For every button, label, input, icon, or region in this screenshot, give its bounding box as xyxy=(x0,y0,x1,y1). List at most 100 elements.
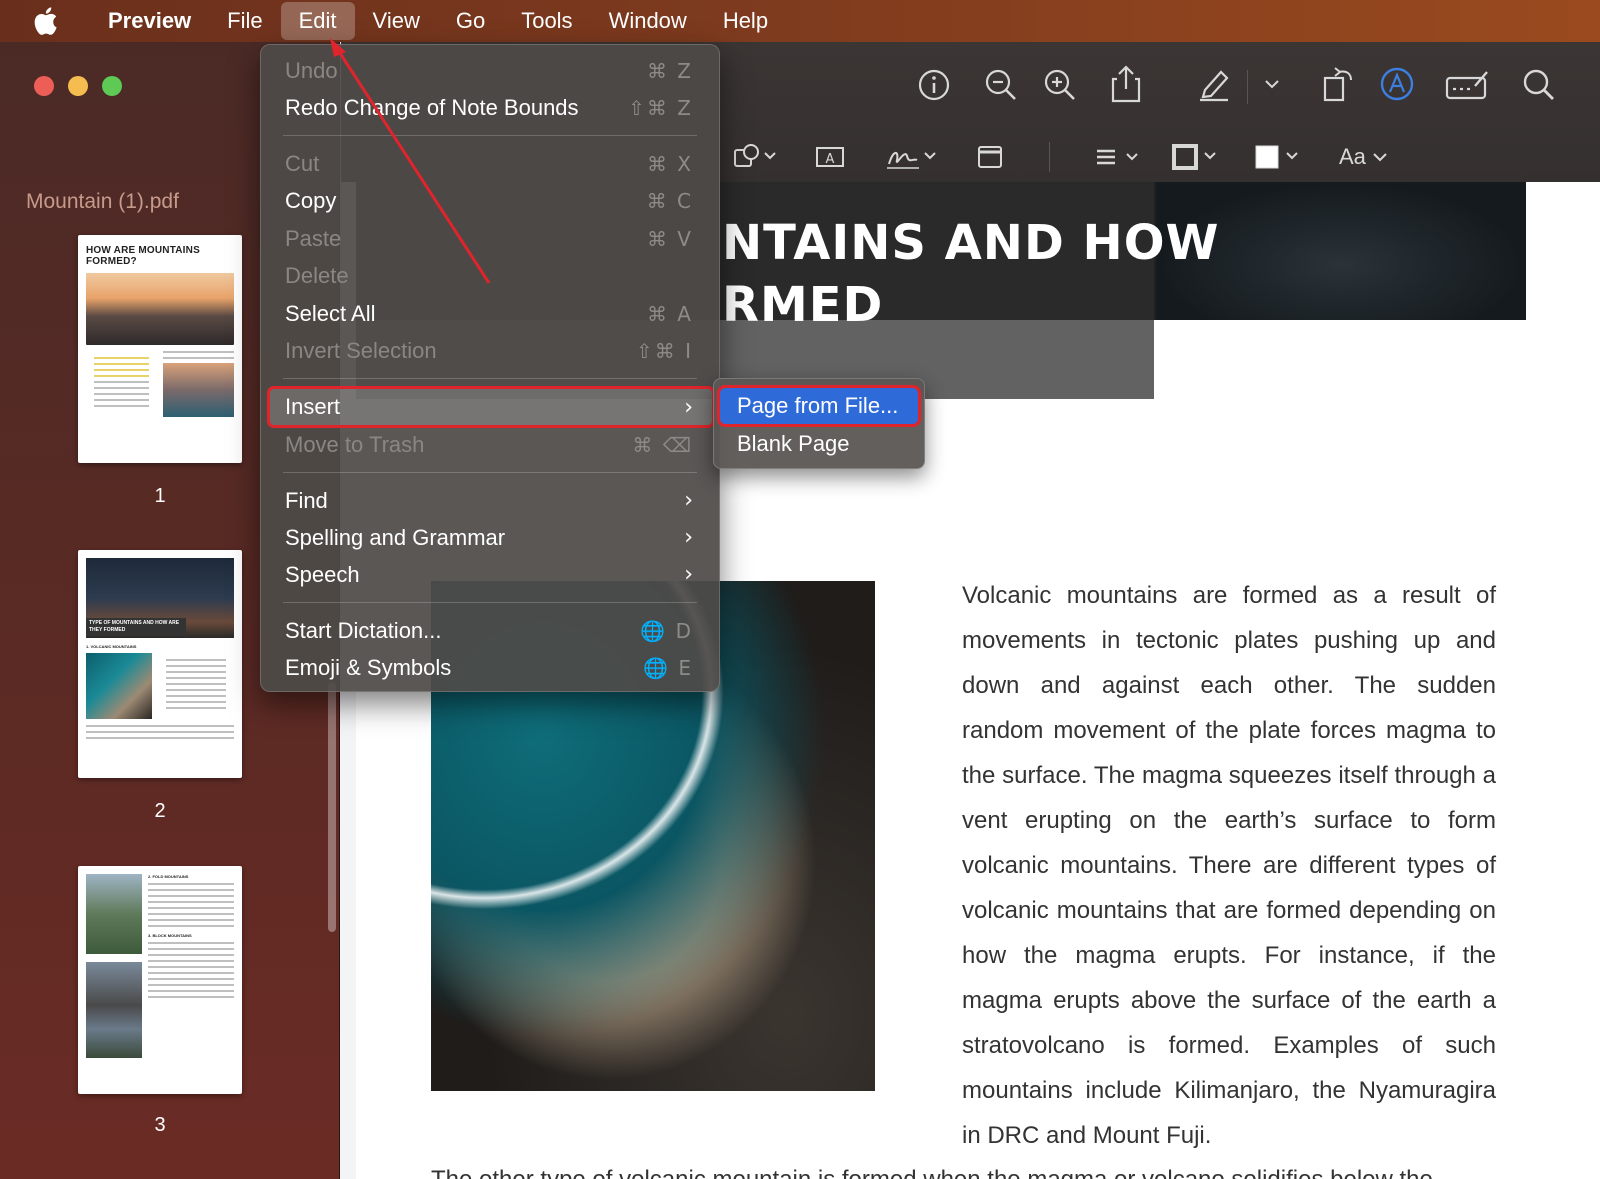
thumbnail-body xyxy=(86,351,234,417)
form-fill-icon[interactable] xyxy=(1445,68,1489,102)
page-thumbnail-3[interactable]: 2. FOLD MOUNTAINS 3. BLOCK MOUNTAINS xyxy=(78,866,242,1094)
share-icon[interactable] xyxy=(1111,64,1141,104)
search-icon[interactable] xyxy=(1522,68,1556,102)
info-icon[interactable] xyxy=(917,68,951,102)
menu-item-label: Speech xyxy=(285,561,360,587)
thumbnail-title: HOW ARE MOUNTAINS FORMED? xyxy=(86,245,200,267)
toolbar-separator xyxy=(1049,142,1050,172)
apple-logo-icon[interactable] xyxy=(30,4,64,38)
page-number-2: 2 xyxy=(154,800,166,822)
toolbar-separator xyxy=(1247,70,1248,104)
chevron-down-icon xyxy=(1373,153,1387,162)
menu-bar: Preview File Edit View Go Tools Window H… xyxy=(0,0,1600,42)
minimize-button[interactable] xyxy=(68,76,88,96)
menu-item-delete[interactable]: Delete xyxy=(269,257,713,294)
menu-item-spelling-grammar[interactable]: Spelling and Grammar › xyxy=(269,519,713,556)
menu-item-label: Spelling and Grammar xyxy=(285,524,506,550)
zoom-button[interactable] xyxy=(102,76,122,96)
menu-item-select-all[interactable]: Select All ⌘ A xyxy=(269,295,713,332)
menu-item-label: Delete xyxy=(285,262,349,288)
menu-item-label: Copy xyxy=(285,187,337,213)
thumbnail-image xyxy=(86,874,142,954)
menu-item-move-to-trash[interactable]: Move to Trash ⌘ ⌫ xyxy=(269,426,713,463)
text-box-icon[interactable]: A xyxy=(815,144,845,170)
menu-separator xyxy=(283,378,697,379)
menu-item-label: Insert xyxy=(285,394,341,419)
signature-icon[interactable] xyxy=(885,142,941,172)
menu-file[interactable]: File xyxy=(209,0,280,42)
markup-icon[interactable] xyxy=(1379,66,1415,102)
chevron-down-icon[interactable] xyxy=(1264,78,1280,90)
menu-separator xyxy=(283,602,697,603)
window-controls xyxy=(34,76,122,96)
hero-title-line-2: RMED xyxy=(722,277,884,333)
menu-item-label: Start Dictation... xyxy=(285,617,442,643)
zoom-out-icon[interactable] xyxy=(984,68,1018,102)
menu-item-label: Cut xyxy=(285,150,320,176)
menu-go[interactable]: Go xyxy=(438,0,503,42)
menu-item-cut[interactable]: Cut ⌘ X xyxy=(269,145,713,182)
border-color-icon[interactable] xyxy=(1171,142,1223,172)
thumbnail-image: TYPE OF MOUNTAINS AND HOW ARE THEY FORME… xyxy=(86,558,234,638)
submenu-item-blank-page[interactable]: Blank Page xyxy=(720,426,918,462)
menu-item-redo[interactable]: Redo Change of Note Bounds ⇧⌘ Z xyxy=(269,89,713,126)
zoom-in-icon[interactable] xyxy=(1043,68,1077,102)
menu-item-label: Paste xyxy=(285,225,342,251)
menu-item-copy[interactable]: Copy ⌘ C xyxy=(269,182,713,219)
menu-item-shortcut: ⌘ ⌫ xyxy=(632,432,693,457)
body-paragraph: Volcanic mountains are formed as a resul… xyxy=(962,582,1496,1149)
note-icon[interactable] xyxy=(977,144,1003,170)
menu-item-label: Find xyxy=(285,487,328,513)
menu-item-emoji-symbols[interactable]: Emoji & Symbols 🌐 E xyxy=(269,649,713,686)
thumbnail-body: 2. FOLD MOUNTAINS 3. BLOCK MOUNTAINS xyxy=(86,874,234,1058)
font-label: Aa xyxy=(1339,144,1366,169)
menu-item-label: Move to Trash xyxy=(285,431,425,457)
page-thumbnail-1[interactable]: HOW ARE MOUNTAINS FORMED? xyxy=(78,235,242,463)
close-button[interactable] xyxy=(34,76,54,96)
menu-item-find[interactable]: Find › xyxy=(269,482,713,519)
svg-text:A: A xyxy=(826,152,835,167)
fill-color-icon[interactable] xyxy=(1253,142,1305,172)
align-icon[interactable] xyxy=(1093,144,1143,170)
menu-separator xyxy=(283,472,697,473)
menu-view[interactable]: View xyxy=(355,0,438,42)
menu-item-shortcut: 🌐 E xyxy=(643,655,693,680)
menu-window[interactable]: Window xyxy=(591,0,705,42)
menu-item-label: Select All xyxy=(285,300,376,326)
chevron-right-icon: › xyxy=(684,488,693,513)
menu-item-start-dictation[interactable]: Start Dictation... 🌐 D xyxy=(269,612,713,649)
menu-item-shortcut: 🌐 D xyxy=(640,618,693,643)
menu-item-speech[interactable]: Speech › xyxy=(269,556,713,593)
font-button[interactable]: Aa xyxy=(1339,144,1388,170)
chevron-right-icon: › xyxy=(684,562,693,587)
menu-item-undo[interactable]: Undo ⌘ Z xyxy=(269,52,713,89)
menu-item-paste[interactable]: Paste ⌘ V xyxy=(269,220,713,257)
thumbnail-title: TYPE OF MOUNTAINS AND HOW ARE THEY FORME… xyxy=(86,618,186,636)
menu-item-label: Undo xyxy=(285,57,338,83)
menu-item-label: Redo Change of Note Bounds xyxy=(285,94,579,120)
menu-item-insert[interactable]: Insert › xyxy=(267,386,715,428)
menu-help[interactable]: Help xyxy=(705,0,786,42)
menu-separator xyxy=(283,135,697,136)
page-number-3: 3 xyxy=(154,1114,166,1136)
menu-app-preview[interactable]: Preview xyxy=(90,0,209,42)
thumbnail-body xyxy=(86,653,234,719)
page-thumbnail-2[interactable]: TYPE OF MOUNTAINS AND HOW ARE THEY FORME… xyxy=(78,550,242,778)
menu-edit[interactable]: Edit xyxy=(280,2,355,40)
shapes-icon[interactable] xyxy=(731,142,781,172)
insert-submenu: Page from File... Blank Page xyxy=(713,378,925,469)
submenu-item-page-from-file[interactable]: Page from File... xyxy=(717,385,921,427)
menu-item-shortcut: ⌘ A xyxy=(646,301,693,326)
rotate-icon[interactable] xyxy=(1321,64,1357,104)
menu-item-label: Emoji & Symbols xyxy=(285,654,452,680)
document-name: Mountain (1).pdf xyxy=(26,190,179,213)
sidebar-scrollbar[interactable] xyxy=(328,682,336,932)
page-number-1: 1 xyxy=(154,485,166,507)
menu-item-invert-selection[interactable]: Invert Selection ⇧⌘ I xyxy=(269,332,713,369)
menu-tools[interactable]: Tools xyxy=(503,0,590,42)
body-paragraph-2: The other type of volcanic mountain is f… xyxy=(431,1157,1497,1179)
chevron-right-icon: › xyxy=(684,525,693,550)
thumbnail-image xyxy=(86,653,152,719)
highlight-pen-icon[interactable] xyxy=(1197,66,1231,102)
menu-item-shortcut: ⌘ C xyxy=(646,188,693,213)
